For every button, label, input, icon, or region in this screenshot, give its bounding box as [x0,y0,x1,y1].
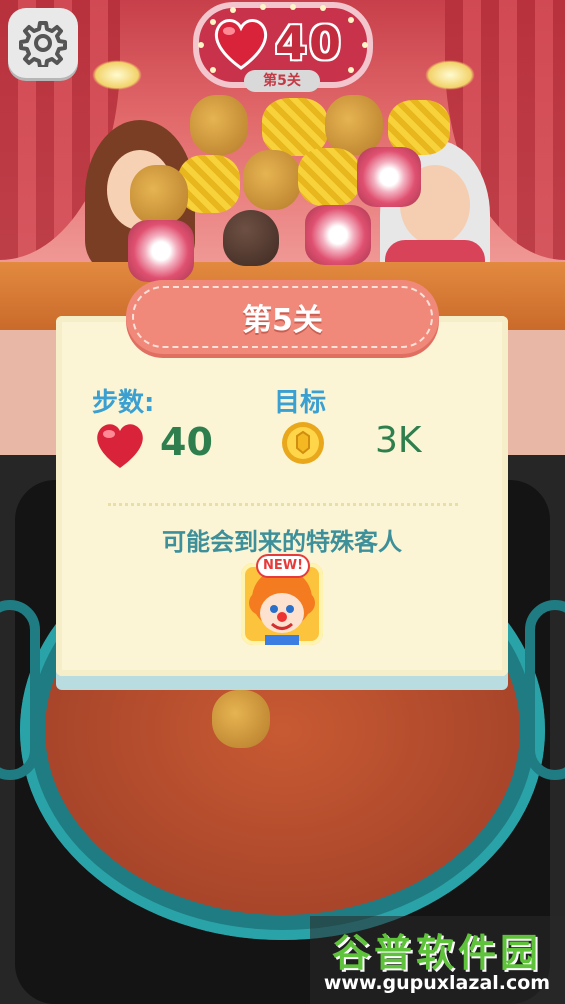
heart-icon [214,19,268,70]
dialog-divider [108,503,458,506]
mushroom-item[interactable] [130,165,188,225]
mushroom-item[interactable] [243,150,301,210]
shiitake-item[interactable] [223,210,279,266]
meat-roll-item[interactable] [357,147,421,207]
meat-roll-item[interactable] [305,205,371,265]
new-badge: NEW! [258,556,308,576]
goal-label: 目标 [274,388,327,418]
pot-handle-right [525,600,565,780]
level-tag: 第5关 [244,70,320,92]
watermark-url: www.gupuxlazal.com [323,972,551,994]
corn-item[interactable] [298,148,360,206]
pot-handle-left [0,600,40,780]
special-guest-text: 可能会到来的特殊客人 [162,528,402,556]
goal-value: 3K [375,420,422,461]
heart-icon [97,424,143,468]
mushroom-item[interactable] [325,95,383,155]
gear-icon [19,21,67,67]
settings-button[interactable] [8,8,78,78]
watermark-title: 谷普软件园 [331,931,542,975]
dialog-title: 第5关 [132,286,433,348]
lamp-left-icon [92,60,142,90]
steps-value: 40 [160,420,213,464]
lamp-right-icon [425,60,475,90]
corn-item[interactable] [178,155,240,213]
steps-label: 步数: [92,388,155,418]
meat-roll-item[interactable] [128,220,194,282]
moves-counter: 40 [275,16,344,70]
dialog-title-banner: 第5关 [126,280,439,354]
coin-icon [282,422,324,464]
mushroom-item[interactable] [212,690,270,748]
mushroom-item[interactable] [190,95,248,155]
